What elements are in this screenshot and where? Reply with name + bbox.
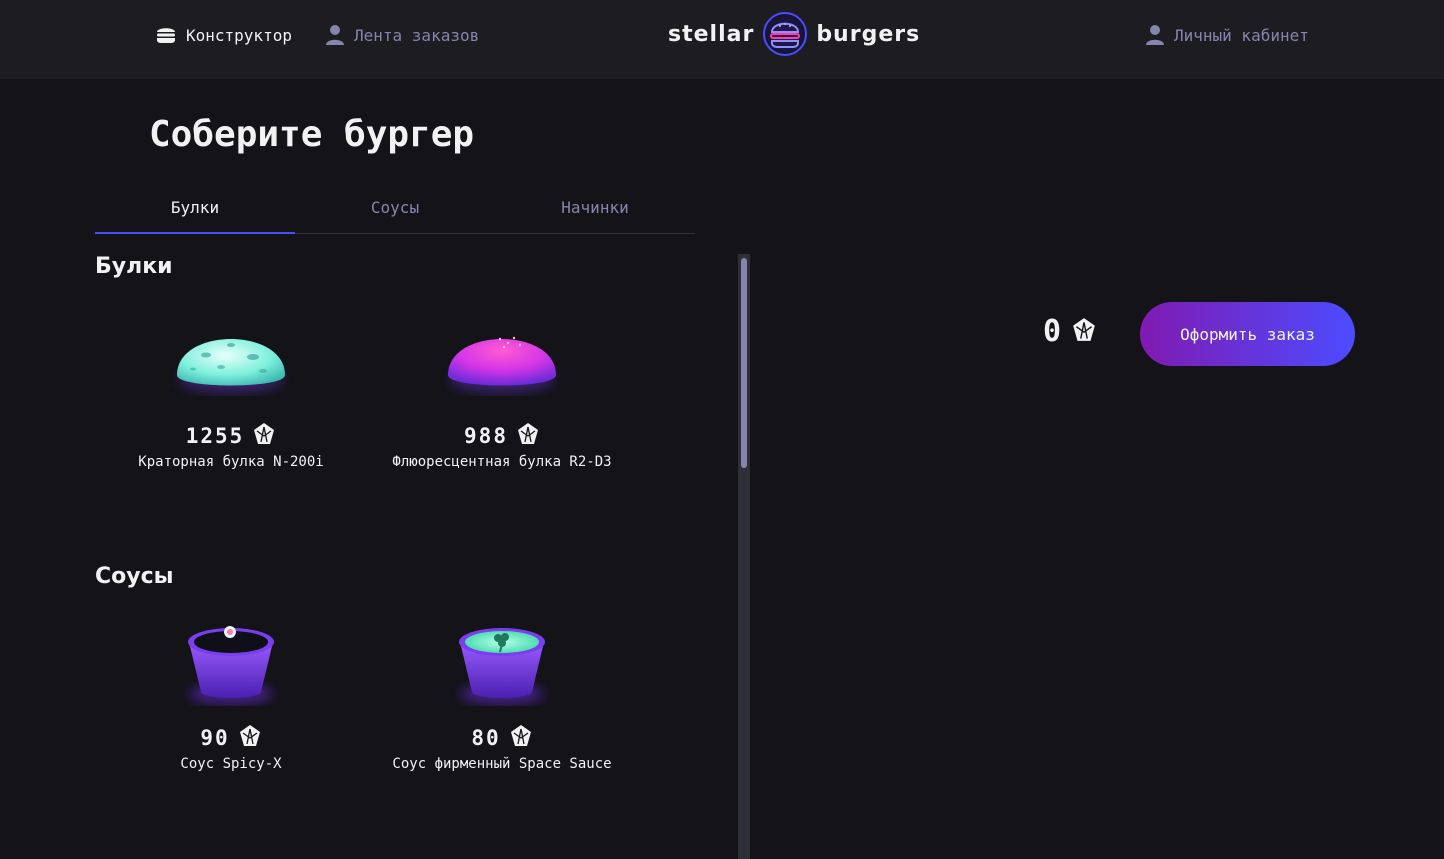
ingredient-name: Соус Spicy-X (180, 756, 282, 772)
app-header: Конструктор Лента заказов stellar burger… (0, 0, 1444, 79)
ingredients-list[interactable]: Булки 1255 Краторная булка N-200i 988 Фл… (95, 254, 705, 859)
price-value: 80 (471, 726, 501, 750)
ingredient-card[interactable]: 80 Соус фирменный Space Sauce (366, 614, 638, 774)
page-title: Соберите бургер (149, 114, 475, 155)
price-row: 988 (366, 422, 638, 450)
total-value: 0 (1043, 314, 1062, 349)
logo-burger-icon (762, 11, 808, 57)
nav-constructor-label: Конструктор (186, 25, 292, 45)
ingredient-card[interactable]: 1255 Краторная булка N-200i (95, 312, 367, 472)
space-sauce-image (442, 614, 562, 714)
order-total: 0 (1043, 314, 1097, 349)
user-icon (324, 23, 346, 47)
section-title-buns: Булки (95, 254, 173, 279)
profile-icon (1144, 23, 1166, 47)
currency-icon (509, 724, 533, 752)
price-row: 80 (366, 724, 638, 752)
tab-fillings[interactable]: Начинки (495, 186, 695, 233)
price-value: 1255 (185, 424, 245, 448)
stellar-burgers-logo[interactable]: stellar burgers (668, 10, 920, 58)
ingredient-name: Флюоресцентная булка R2-D3 (392, 454, 612, 470)
ingredient-name: Соус фирменный Space Sauce (392, 756, 612, 772)
price-row: 1255 (95, 422, 367, 450)
nav-order-feed-label: Лента заказов (354, 25, 480, 45)
currency-icon (1071, 317, 1097, 347)
price-value: 90 (200, 726, 230, 750)
price-value: 988 (464, 424, 508, 448)
tab-buns[interactable]: Булки (95, 186, 295, 234)
logo-word-stellar: stellar (668, 21, 755, 47)
ingredient-card[interactable]: 90 Соус Spicy-X (95, 614, 367, 774)
ingredient-name: Краторная булка N-200i (138, 454, 324, 470)
price-row: 90 (95, 724, 367, 752)
tab-sauces[interactable]: Соусы (295, 186, 495, 233)
fluorescent-bun-image (442, 312, 562, 412)
nav-constructor[interactable]: Конструктор (154, 0, 292, 70)
currency-icon (252, 422, 276, 450)
ingredient-tabs: Булки Соусы Начинки (95, 186, 695, 234)
currency-icon (516, 422, 540, 450)
burger-icon (154, 23, 178, 47)
scrollbar-thumb[interactable] (741, 258, 747, 468)
section-title-sauces: Соусы (95, 564, 174, 589)
nav-profile-label: Личный кабинет (1174, 25, 1309, 45)
place-order-button[interactable]: Оформить заказ (1140, 302, 1355, 366)
nav-order-feed[interactable]: Лента заказов (324, 0, 479, 70)
ingredients-scrollbar[interactable] (738, 254, 750, 859)
nav-profile[interactable]: Личный кабинет (1144, 0, 1309, 70)
currency-icon (238, 724, 262, 752)
crater-bun-image (171, 312, 291, 412)
logo-word-burgers: burgers (816, 21, 921, 47)
spicy-sauce-image (171, 614, 291, 714)
ingredient-card[interactable]: 988 Флюоресцентная булка R2-D3 (366, 312, 638, 472)
